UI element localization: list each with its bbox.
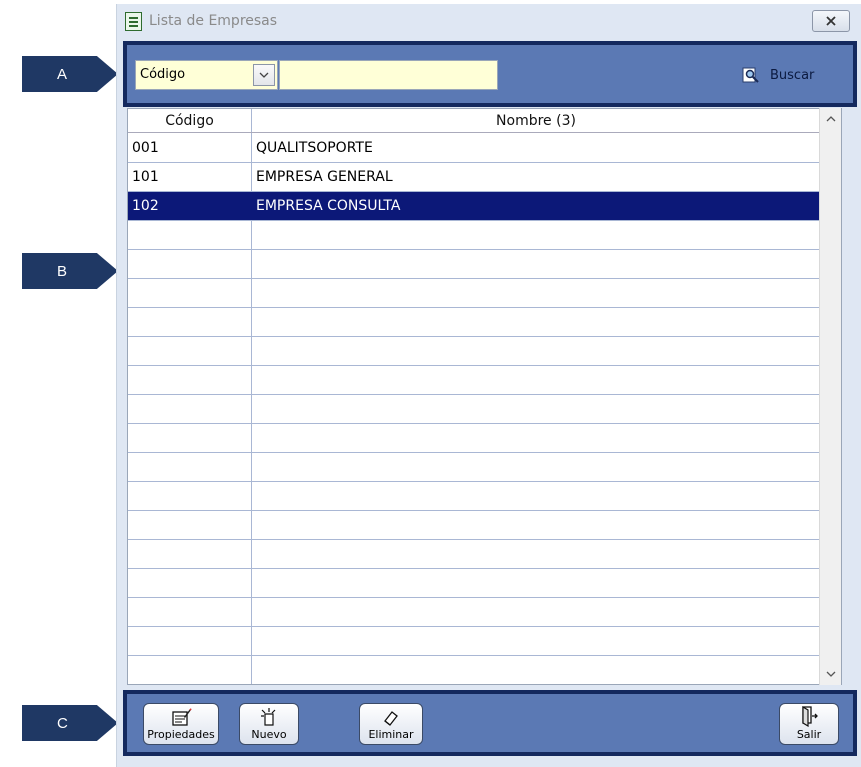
empty-table-row[interactable] xyxy=(128,250,820,279)
title-bar: Lista de Empresas xyxy=(117,4,861,40)
vertical-scrollbar[interactable] xyxy=(819,108,841,685)
lista-empresas-window: Lista de Empresas Código Buscar Código N… xyxy=(116,4,861,767)
edit-document-icon xyxy=(172,708,192,726)
salir-button[interactable]: Salir xyxy=(779,703,839,745)
scroll-down-icon[interactable] xyxy=(820,665,841,683)
salir-label: Salir xyxy=(796,728,822,741)
column-header-nombre[interactable]: Nombre (3) xyxy=(252,109,820,133)
empty-table-row[interactable] xyxy=(128,366,820,395)
cell-nombre: EMPRESA CONSULTA xyxy=(256,198,401,214)
empty-table-row[interactable] xyxy=(128,424,820,453)
search-field-select[interactable]: Código xyxy=(135,60,278,90)
eliminar-label: Eliminar xyxy=(368,728,414,741)
empty-table-row[interactable] xyxy=(128,395,820,424)
column-header-codigo[interactable]: Código xyxy=(128,109,251,133)
search-input[interactable] xyxy=(279,60,498,90)
eraser-icon xyxy=(384,711,398,726)
empty-table-row[interactable] xyxy=(128,482,820,511)
scroll-up-icon[interactable] xyxy=(820,110,841,128)
table-row[interactable]: 102 EMPRESA CONSULTA xyxy=(128,192,820,221)
chevron-down-icon[interactable] xyxy=(253,64,275,86)
table-row[interactable]: 001 QUALITSOPORTE xyxy=(128,134,820,163)
callout-c: C xyxy=(22,705,118,741)
empty-table-row[interactable] xyxy=(128,598,820,627)
app-icon xyxy=(125,12,142,31)
exit-door-icon xyxy=(802,705,818,727)
callout-a: A xyxy=(22,56,118,92)
table-row[interactable]: 101 EMPRESA GENERAL xyxy=(128,163,820,192)
empty-table-row[interactable] xyxy=(128,453,820,482)
empresas-table[interactable]: Código Nombre (3) 001 QUALITSOPORTE 101 EMP… xyxy=(127,108,842,685)
empty-table-row[interactable] xyxy=(128,656,820,684)
propiedades-button[interactable]: Propiedades xyxy=(143,703,219,745)
empty-table-row[interactable] xyxy=(128,627,820,656)
cell-nombre: EMPRESA GENERAL xyxy=(256,169,393,185)
close-icon xyxy=(826,16,836,26)
callout-b: B xyxy=(22,253,118,289)
empty-table-row[interactable] xyxy=(128,221,820,250)
search-panel: Código Buscar xyxy=(123,41,857,107)
buscar-label: Buscar xyxy=(770,67,815,83)
empty-table-row[interactable] xyxy=(128,337,820,366)
empty-table-row[interactable] xyxy=(128,540,820,569)
empty-table-row[interactable] xyxy=(128,511,820,540)
propiedades-label: Propiedades xyxy=(147,728,215,741)
action-toolbar: Propiedades Nuevo Eliminar Salir xyxy=(123,690,857,756)
cell-codigo: 102 xyxy=(132,198,159,214)
window-title: Lista de Empresas xyxy=(149,13,278,29)
eliminar-button[interactable]: Eliminar xyxy=(359,703,423,745)
cell-codigo: 001 xyxy=(132,140,159,156)
empty-table-row[interactable] xyxy=(128,308,820,337)
search-icon xyxy=(742,67,759,83)
cell-nombre: QUALITSOPORTE xyxy=(256,140,373,156)
nuevo-label: Nuevo xyxy=(251,728,287,741)
empty-table-row[interactable] xyxy=(128,279,820,308)
table-header: Código Nombre (3) xyxy=(128,109,820,133)
cell-codigo: 101 xyxy=(132,169,159,185)
search-field-value: Código xyxy=(140,67,186,82)
nuevo-button[interactable]: Nuevo xyxy=(239,703,299,745)
empty-table-row[interactable] xyxy=(128,569,820,598)
close-button[interactable] xyxy=(812,10,850,32)
buscar-button[interactable]: Buscar xyxy=(742,64,814,86)
new-document-icon xyxy=(261,708,276,726)
